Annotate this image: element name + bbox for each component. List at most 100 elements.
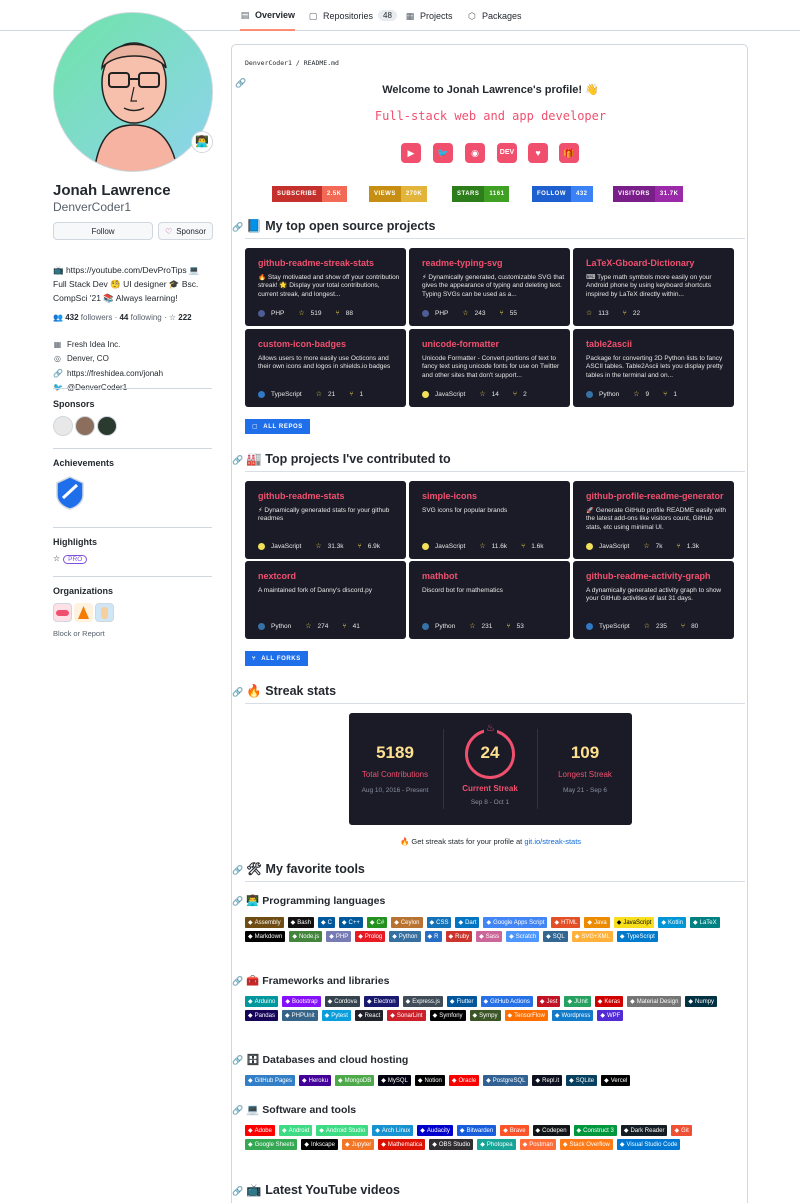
fork-icon: ⑂ (499, 309, 504, 317)
sponsor-avatar[interactable] (97, 416, 117, 436)
sponsor-button[interactable]: ♡ Sponsor (158, 222, 213, 240)
anchor-link-icon[interactable]: 🔗 (232, 455, 243, 465)
kofi-icon[interactable]: ♥ (528, 143, 548, 163)
gift-icon[interactable]: 🎁 (559, 143, 579, 163)
all-repos-button[interactable]: ▢ ALL REPOS (245, 419, 310, 434)
star-icon: ☆ (298, 310, 305, 317)
longest-streak: 109 (570, 743, 600, 762)
star-icon: ☆ (479, 391, 486, 398)
anchor-link-icon[interactable]: 🔗 (232, 976, 243, 986)
logo-icon: ◆ (327, 999, 333, 1005)
language-badge: ◆ HTML (551, 917, 581, 928)
section-heading-languages: 🔗 👨‍💻 Programming languages (232, 895, 386, 907)
anchor-link-icon[interactable]: 🔗 (232, 1055, 243, 1065)
anchor-link-icon[interactable]: 🔗 (232, 896, 243, 906)
discord-icon[interactable]: ◉ (465, 143, 485, 163)
contributed-card[interactable]: nextcord A maintained fork of Danny's di… (245, 561, 406, 639)
organization-avatar[interactable] (53, 603, 72, 622)
people-icon: 👥 (53, 313, 63, 322)
contributed-card[interactable]: github-profile-readme-generator 🚀 Genera… (573, 481, 734, 559)
project-card[interactable]: unicode-formatter Unicode Formatter - Co… (409, 329, 570, 407)
project-card[interactable]: table2ascii Package for converting 2D Py… (573, 329, 734, 407)
framework-badge: ◆ Material Design (627, 996, 682, 1007)
database-badge: ◆ MySQL (378, 1075, 411, 1086)
following-count[interactable]: 44 (119, 313, 128, 322)
logo-icon: ◆ (319, 1128, 324, 1134)
logo-icon: ◆ (281, 1128, 287, 1134)
tab-repositories[interactable]: ▢ Repositories 48 (308, 0, 397, 31)
readme-path: DenverCoder1 / README.md (245, 59, 339, 67)
dev-icon[interactable]: DEV (497, 143, 517, 163)
logo-icon: ◆ (600, 1013, 605, 1019)
follow-shield[interactable]: FOLLOW 432 (532, 186, 593, 202)
tab-packages[interactable]: ⬡ Packages (467, 0, 521, 31)
twitter-icon[interactable]: 🐦 (433, 143, 453, 163)
project-card[interactable]: custom-icon-badges Allows users to more … (245, 329, 406, 407)
achievement-badge-icon[interactable] (55, 476, 85, 515)
visitors-shield[interactable]: VISITORS 31.7K (613, 186, 684, 202)
anchor-link-icon[interactable]: 🔗 (232, 1186, 243, 1196)
youtube-icon[interactable]: ▶ (401, 143, 421, 163)
software-badges: ◆ Adobe ◆ Android ◆ Android Studio ◆ Arch Linux… (245, 1125, 735, 1150)
logo-icon: ◆ (366, 999, 372, 1005)
sponsor-avatar[interactable] (75, 416, 95, 436)
stars-count[interactable]: 222 (178, 313, 191, 322)
fork-icon: ⑂ (680, 622, 686, 630)
contributed-card[interactable]: simple-icons SVG icons for popular brand… (409, 481, 570, 559)
language-badge: ◆ C++ (338, 917, 363, 928)
contributed-card[interactable]: github-readme-activity-graph A dynamical… (573, 561, 734, 639)
project-card[interactable]: LaTeX-Gboard-Dictionary ⌨ Type math symb… (573, 248, 734, 326)
tab-overview[interactable]: ▤ Overview (240, 0, 296, 31)
stars-shield[interactable]: STARS 1161 (452, 186, 510, 202)
language-badge: ◆ Markdown (245, 931, 286, 942)
framework-badge: ◆ Express.js (402, 996, 443, 1007)
profile-readme: DenverCoder1 / README.md 🔗 Welcome to Jo… (231, 44, 748, 1203)
anchor-link-icon[interactable]: 🔗 (232, 865, 243, 875)
views-shield[interactable]: VIEWS 270K (369, 186, 428, 202)
pro-badge: PRO (63, 555, 88, 564)
anchor-link-icon[interactable]: 🔗 (232, 222, 243, 232)
website-link[interactable]: https://freshidea.com/jonah (67, 369, 163, 378)
divider (53, 527, 212, 528)
logo-icon: ◆ (358, 934, 363, 940)
status-emoji-icon[interactable]: 👨‍💻 (191, 131, 213, 153)
readme-welcome: Welcome to Jonah Lawrence's profile! 👋 (382, 84, 599, 96)
followers-count[interactable]: 432 (65, 313, 78, 322)
avatar[interactable] (53, 12, 213, 172)
logo-icon: ◆ (503, 1128, 508, 1134)
contributed-card[interactable]: github-readme-stats ⚡ Dynamically genera… (245, 481, 406, 559)
all-forks-button[interactable]: ⑂ ALL FORKS (245, 651, 308, 666)
logo-icon: ◆ (320, 920, 326, 926)
logo-icon: ◆ (576, 1128, 582, 1134)
software-badge: ◆ OBS Studio (429, 1139, 474, 1150)
current-streak: 24 (480, 743, 500, 762)
database-badge: ◆ Notion (414, 1075, 445, 1086)
profile-login: DenverCoder1 (53, 200, 132, 214)
anchor-link-icon[interactable]: 🔗 (232, 687, 243, 697)
fork-icon: ⑂ (521, 542, 526, 550)
subscribe-shield[interactable]: SUBSCRIBE 2.5K (272, 186, 347, 202)
project-card[interactable]: github-readme-streak-stats 🔥 Stay motiva… (245, 248, 406, 326)
divider (245, 703, 745, 704)
fork-icon: ⑂ (506, 622, 511, 630)
project-card[interactable]: readme-typing-svg ⚡ Dynamically generate… (409, 248, 570, 326)
framework-badge: ◆ TensorFlow (504, 1010, 548, 1021)
organization-avatar[interactable] (95, 603, 114, 622)
organization-avatar[interactable] (74, 603, 93, 622)
sponsor-avatar[interactable] (53, 416, 73, 436)
language-badge: ◆ CSS (426, 917, 452, 928)
anchor-link-icon[interactable]: 🔗 (232, 1105, 243, 1115)
tab-projects[interactable]: ▦ Projects (405, 0, 453, 31)
fork-icon: ⑂ (349, 390, 354, 398)
logo-icon: ◆ (619, 934, 625, 940)
logo-icon: ◆ (554, 1013, 560, 1019)
contributed-card[interactable]: mathbot Discord bot for mathematics Pyth… (409, 561, 570, 639)
logo-icon: ◆ (479, 934, 484, 940)
divider (245, 238, 745, 239)
streak-stats-card[interactable]: 5189 Total Contributions Aug 10, 2016 - … (349, 713, 632, 825)
framework-badge: ◆ Pytest (321, 1010, 351, 1021)
framework-badge: ◆ Pandas (245, 1010, 278, 1021)
block-report-link[interactable]: Block or Report (53, 629, 105, 638)
streak-stats-link[interactable]: git.io/streak-stats (524, 837, 581, 846)
follow-button[interactable]: Follow (53, 222, 153, 240)
